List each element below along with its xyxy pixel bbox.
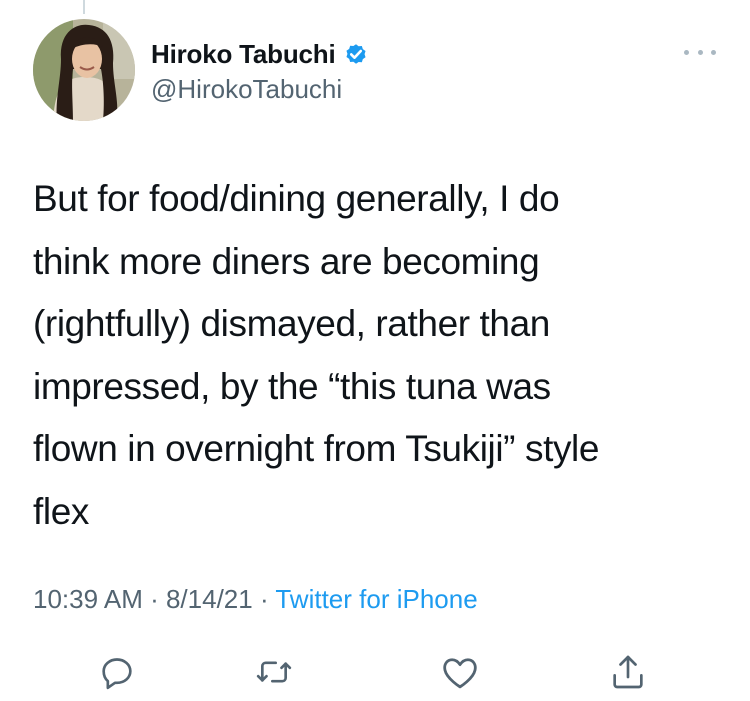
tweet-action-bar <box>0 648 750 696</box>
reply-button[interactable] <box>93 648 141 696</box>
tweet-time[interactable]: 10:39 AM <box>33 584 143 614</box>
tweet-text-line: (rightfully) dismayed, rather than <box>33 303 550 344</box>
retweet-button[interactable] <box>250 648 298 696</box>
reply-icon <box>102 658 132 690</box>
more-dot <box>711 49 716 55</box>
tweet-text-line: flex <box>33 490 89 532</box>
avatar[interactable] <box>33 19 135 121</box>
author-handle[interactable]: @HirokoTabuchi <box>151 74 369 105</box>
verified-badge-icon <box>343 41 369 67</box>
retweet-icon <box>256 661 292 683</box>
tweet-date[interactable]: 8/14/21 <box>166 584 253 614</box>
tweet-metadata: 10:39 AM · 8/14/21 · Twitter for iPhone <box>33 584 478 615</box>
author-name-row: Hiroko Tabuchi <box>151 38 369 70</box>
tweet-text-line: think more diners are becoming <box>33 240 540 282</box>
like-button[interactable] <box>436 648 484 696</box>
tweet-text-line: impressed, by the “this tuna was <box>33 365 551 407</box>
tweet-author: Hiroko Tabuchi @HirokoTabuchi <box>151 38 369 105</box>
share-icon <box>613 655 643 689</box>
meta-separator: · <box>252 584 276 614</box>
meta-separator: · <box>142 584 166 614</box>
tweet-text-line: But for food/dining generally, I do <box>33 178 560 219</box>
tweet-text: But for food/dining generally, I do thin… <box>33 168 723 543</box>
thread-connector-line <box>83 0 85 14</box>
more-dot <box>697 49 703 55</box>
tweet-source-link[interactable]: Twitter for iPhone <box>275 584 477 614</box>
author-display-name[interactable]: Hiroko Tabuchi <box>151 39 336 70</box>
more-options-icon[interactable] <box>684 45 716 59</box>
more-dot <box>684 49 689 55</box>
share-button[interactable] <box>604 648 652 696</box>
heart-icon <box>443 658 477 689</box>
tweet-text-line: flown in overnight from Tsukiji” style <box>33 428 600 469</box>
